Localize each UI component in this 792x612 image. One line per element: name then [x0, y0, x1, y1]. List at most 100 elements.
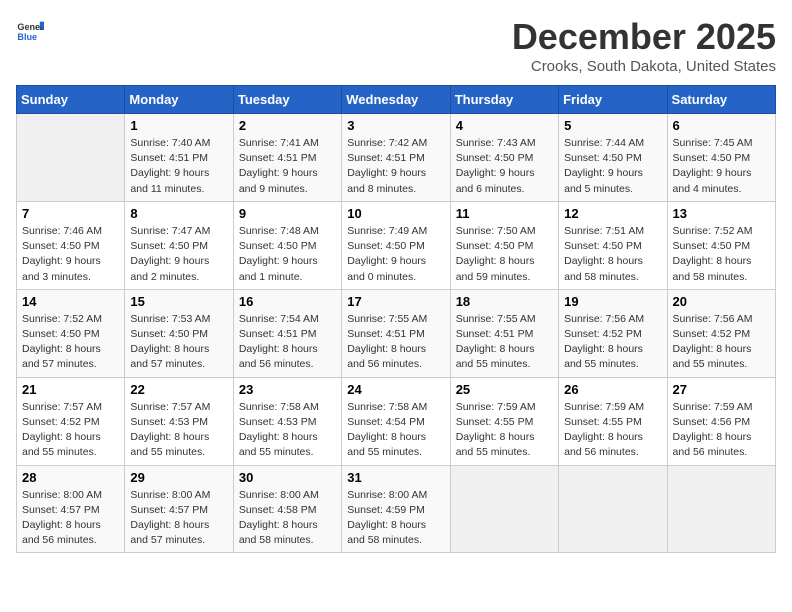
weekday-header-row: SundayMondayTuesdayWednesdayThursdayFrid…	[17, 86, 776, 114]
calendar-cell: 5 Sunrise: 7:44 AMSunset: 4:50 PMDaylight…	[559, 114, 667, 202]
day-info: Sunrise: 8:00 AMSunset: 4:57 PMDaylight:…	[130, 488, 227, 549]
day-info: Sunrise: 7:59 AMSunset: 4:56 PMDaylight:…	[673, 400, 770, 461]
calendar-cell: 10 Sunrise: 7:49 AMSunset: 4:50 PMDayligh…	[342, 201, 450, 289]
calendar-cell	[559, 465, 667, 553]
day-info: Sunrise: 7:56 AMSunset: 4:52 PMDaylight:…	[673, 312, 770, 373]
weekday-thursday: Thursday	[450, 86, 558, 114]
calendar-cell: 29 Sunrise: 8:00 AMSunset: 4:57 PMDayligh…	[125, 465, 233, 553]
day-number: 26	[564, 382, 661, 397]
day-info: Sunrise: 8:00 AMSunset: 4:58 PMDaylight:…	[239, 488, 336, 549]
day-info: Sunrise: 7:47 AMSunset: 4:50 PMDaylight:…	[130, 224, 227, 285]
day-number: 20	[673, 294, 770, 309]
day-number: 17	[347, 294, 444, 309]
day-number: 11	[456, 206, 553, 221]
calendar-week-3: 14 Sunrise: 7:52 AMSunset: 4:50 PMDayligh…	[17, 289, 776, 377]
day-number: 5	[564, 118, 661, 133]
weekday-tuesday: Tuesday	[233, 86, 341, 114]
calendar-cell: 23 Sunrise: 7:58 AMSunset: 4:53 PMDayligh…	[233, 377, 341, 465]
day-info: Sunrise: 8:00 AMSunset: 4:59 PMDaylight:…	[347, 488, 444, 549]
day-number: 10	[347, 206, 444, 221]
calendar-cell: 21Sunrise: 7:57 AMSunset: 4:52 PMDayligh…	[17, 377, 125, 465]
day-info: Sunrise: 7:58 AMSunset: 4:53 PMDaylight:…	[239, 400, 336, 461]
day-number: 18	[456, 294, 553, 309]
day-info: Sunrise: 7:58 AMSunset: 4:54 PMDaylight:…	[347, 400, 444, 461]
day-info: Sunrise: 7:57 AMSunset: 4:53 PMDaylight:…	[130, 400, 227, 461]
weekday-saturday: Saturday	[667, 86, 775, 114]
calendar-cell: 16 Sunrise: 7:54 AMSunset: 4:51 PMDayligh…	[233, 289, 341, 377]
day-number: 30	[239, 470, 336, 485]
calendar-cell	[17, 114, 125, 202]
day-info: Sunrise: 7:57 AMSunset: 4:52 PMDaylight:…	[22, 400, 119, 461]
calendar-title: December 2025	[512, 16, 776, 58]
day-number: 1	[130, 118, 227, 133]
calendar-cell: 26 Sunrise: 7:59 AMSunset: 4:55 PMDayligh…	[559, 377, 667, 465]
day-number: 12	[564, 206, 661, 221]
calendar-cell: 8 Sunrise: 7:47 AMSunset: 4:50 PMDaylight…	[125, 201, 233, 289]
day-info: Sunrise: 7:59 AMSunset: 4:55 PMDaylight:…	[564, 400, 661, 461]
day-number: 19	[564, 294, 661, 309]
calendar-cell	[450, 465, 558, 553]
day-info: Sunrise: 7:55 AMSunset: 4:51 PMDaylight:…	[456, 312, 553, 373]
calendar-body: 1 Sunrise: 7:40 AMSunset: 4:51 PMDaylight…	[17, 114, 776, 553]
day-info: Sunrise: 7:43 AMSunset: 4:50 PMDaylight:…	[456, 136, 553, 197]
logo-icon: General Blue	[16, 16, 44, 44]
calendar-table: SundayMondayTuesdayWednesdayThursdayFrid…	[16, 85, 776, 553]
calendar-cell: 28 Sunrise: 8:00 AMSunset: 4:57 PMDayligh…	[17, 465, 125, 553]
day-info: Sunrise: 8:00 AMSunset: 4:57 PMDaylight:…	[22, 488, 119, 549]
day-info: Sunrise: 7:48 AMSunset: 4:50 PMDaylight:…	[239, 224, 336, 285]
day-number: 24	[347, 382, 444, 397]
calendar-header: SundayMondayTuesdayWednesdayThursdayFrid…	[17, 86, 776, 114]
day-number: 8	[130, 206, 227, 221]
day-info: Sunrise: 7:55 AMSunset: 4:51 PMDaylight:…	[347, 312, 444, 373]
day-number: 25	[456, 382, 553, 397]
calendar-cell: 17 Sunrise: 7:55 AMSunset: 4:51 PMDayligh…	[342, 289, 450, 377]
day-number: 23	[239, 382, 336, 397]
day-info: Sunrise: 7:54 AMSunset: 4:51 PMDaylight:…	[239, 312, 336, 373]
day-info: Sunrise: 7:59 AMSunset: 4:55 PMDaylight:…	[456, 400, 553, 461]
day-info: Sunrise: 7:46 AMSunset: 4:50 PMDaylight:…	[22, 224, 119, 285]
calendar-week-4: 21Sunrise: 7:57 AMSunset: 4:52 PMDayligh…	[17, 377, 776, 465]
calendar-cell: 13Sunrise: 7:52 AMSunset: 4:50 PMDayligh…	[667, 201, 775, 289]
calendar-cell: 2 Sunrise: 7:41 AMSunset: 4:51 PMDaylight…	[233, 114, 341, 202]
day-number: 15	[130, 294, 227, 309]
calendar-cell: 30 Sunrise: 8:00 AMSunset: 4:58 PMDayligh…	[233, 465, 341, 553]
calendar-cell: 9Sunrise: 7:48 AMSunset: 4:50 PMDaylight…	[233, 201, 341, 289]
weekday-sunday: Sunday	[17, 86, 125, 114]
calendar-subtitle: Crooks, South Dakota, United States	[512, 58, 776, 75]
day-info: Sunrise: 7:52 AMSunset: 4:50 PMDaylight:…	[22, 312, 119, 373]
calendar-cell: 24 Sunrise: 7:58 AMSunset: 4:54 PMDayligh…	[342, 377, 450, 465]
day-number: 6	[673, 118, 770, 133]
calendar-cell: 4 Sunrise: 7:43 AMSunset: 4:50 PMDaylight…	[450, 114, 558, 202]
weekday-wednesday: Wednesday	[342, 86, 450, 114]
day-info: Sunrise: 7:44 AMSunset: 4:50 PMDaylight:…	[564, 136, 661, 197]
day-number: 4	[456, 118, 553, 133]
day-number: 2	[239, 118, 336, 133]
weekday-friday: Friday	[559, 86, 667, 114]
day-number: 16	[239, 294, 336, 309]
calendar-week-1: 1 Sunrise: 7:40 AMSunset: 4:51 PMDaylight…	[17, 114, 776, 202]
day-number: 29	[130, 470, 227, 485]
title-block: December 2025 Crooks, South Dakota, Unit…	[512, 16, 776, 75]
calendar-cell: 31 Sunrise: 8:00 AMSunset: 4:59 PMDayligh…	[342, 465, 450, 553]
day-info: Sunrise: 7:40 AMSunset: 4:51 PMDaylight:…	[130, 136, 227, 197]
calendar-cell: 19Sunrise: 7:56 AMSunset: 4:52 PMDayligh…	[559, 289, 667, 377]
day-number: 31	[347, 470, 444, 485]
svg-text:Blue: Blue	[17, 32, 37, 42]
calendar-cell: 25 Sunrise: 7:59 AMSunset: 4:55 PMDayligh…	[450, 377, 558, 465]
calendar-week-5: 28 Sunrise: 8:00 AMSunset: 4:57 PMDayligh…	[17, 465, 776, 553]
day-number: 28	[22, 470, 119, 485]
day-info: Sunrise: 7:42 AMSunset: 4:51 PMDaylight:…	[347, 136, 444, 197]
day-number: 27	[673, 382, 770, 397]
calendar-cell: 27 Sunrise: 7:59 AMSunset: 4:56 PMDayligh…	[667, 377, 775, 465]
weekday-monday: Monday	[125, 86, 233, 114]
calendar-cell: 3Sunrise: 7:42 AMSunset: 4:51 PMDaylight…	[342, 114, 450, 202]
day-info: Sunrise: 7:50 AMSunset: 4:50 PMDaylight:…	[456, 224, 553, 285]
logo: General Blue	[16, 16, 44, 44]
calendar-cell: 20 Sunrise: 7:56 AMSunset: 4:52 PMDayligh…	[667, 289, 775, 377]
calendar-cell: 1 Sunrise: 7:40 AMSunset: 4:51 PMDaylight…	[125, 114, 233, 202]
day-number: 14	[22, 294, 119, 309]
day-info: Sunrise: 7:41 AMSunset: 4:51 PMDaylight:…	[239, 136, 336, 197]
calendar-cell	[667, 465, 775, 553]
day-info: Sunrise: 7:49 AMSunset: 4:50 PMDaylight:…	[347, 224, 444, 285]
calendar-cell: 18 Sunrise: 7:55 AMSunset: 4:51 PMDayligh…	[450, 289, 558, 377]
